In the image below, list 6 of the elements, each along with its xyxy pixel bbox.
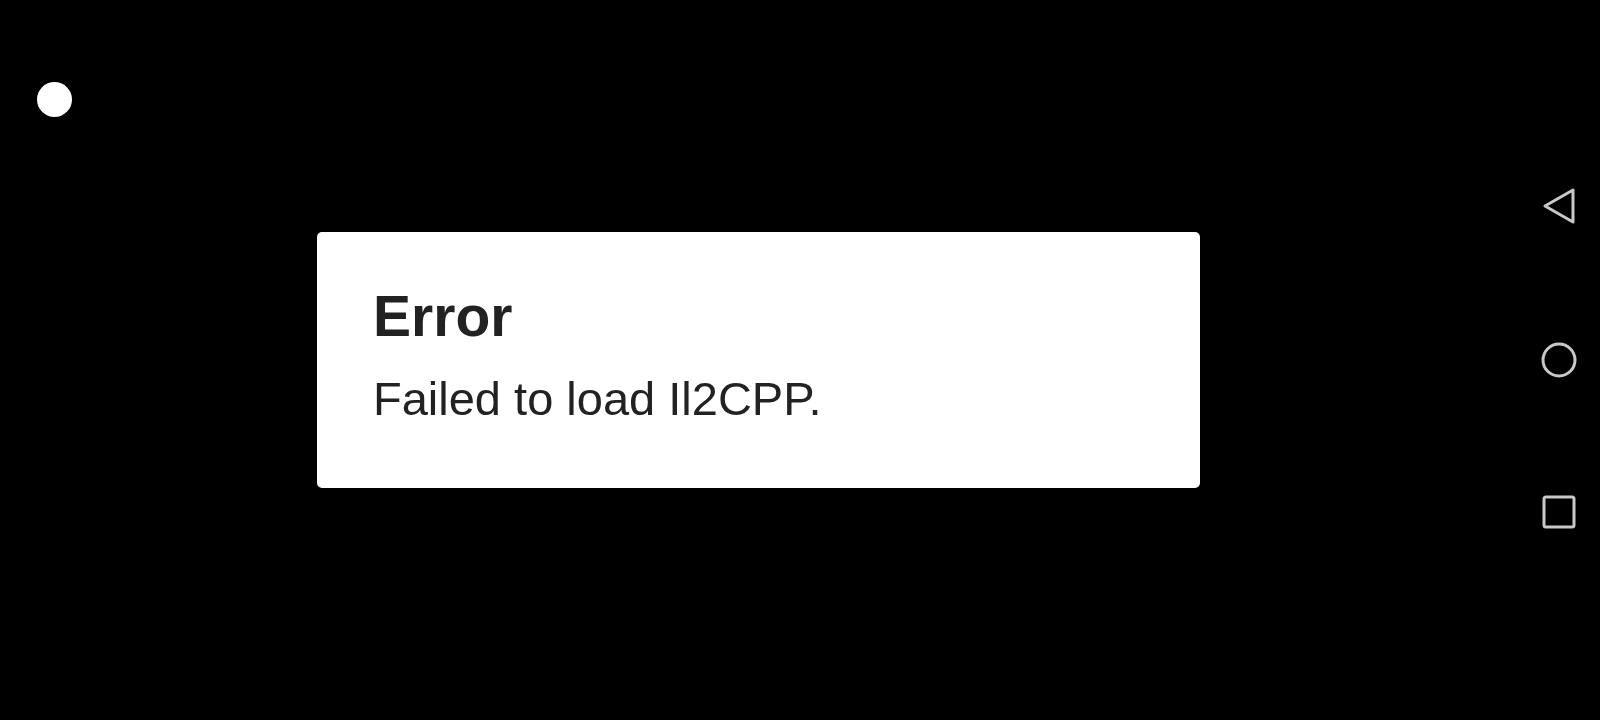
dialog-title: Error: [373, 284, 514, 350]
camera-dot-icon: [37, 82, 72, 117]
home-icon[interactable]: [1541, 342, 1577, 378]
dialog-message: Failed to load Il2CPP.: [373, 371, 823, 426]
back-icon[interactable]: [1542, 187, 1576, 225]
recents-icon[interactable]: [1542, 495, 1576, 529]
